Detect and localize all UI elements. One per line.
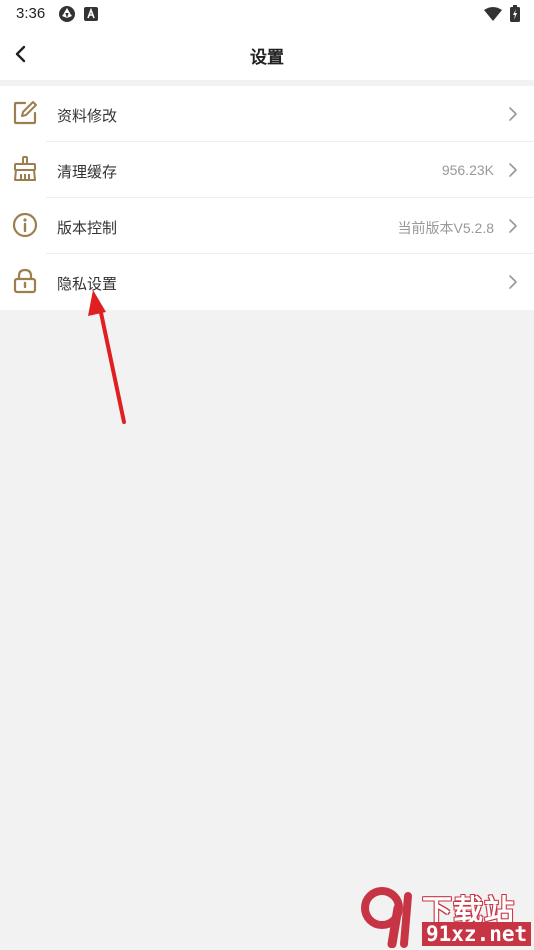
row-label: 版本控制 [57, 219, 118, 237]
settings-list: 资料修改 清理缓存 956.23K 版本控制 当前版本V5.2.8 隐私设置 [0, 86, 534, 310]
chevron-right-icon [509, 163, 517, 177]
status-right-icons [484, 5, 520, 22]
settings-row-version[interactable]: 版本控制 当前版本V5.2.8 [0, 198, 534, 254]
chevron-right-icon [509, 275, 517, 289]
settings-row-clear-cache[interactable]: 清理缓存 956.23K [0, 142, 534, 198]
watermark-logo-icon [361, 887, 412, 948]
broom-icon [14, 156, 36, 181]
version-value: 当前版本V5.2.8 [397, 220, 494, 236]
status-left-icons [58, 5, 98, 23]
settings-row-profile-edit[interactable]: 资料修改 [0, 86, 534, 142]
nav-bar: 设置 [0, 28, 534, 80]
chevron-right-icon [509, 107, 517, 121]
lock-icon [13, 268, 37, 294]
status-time: 3:36 [16, 5, 46, 22]
row-label: 清理缓存 [57, 163, 118, 181]
info-icon [12, 212, 38, 238]
watermark-bottom-text: 91xz.net [422, 922, 532, 946]
chevron-right-icon [509, 219, 517, 233]
wifi-icon [484, 6, 502, 21]
row-label: 隐私设置 [57, 275, 118, 293]
watermark: 下载站 91xz.net [360, 886, 532, 948]
row-label: 资料修改 [57, 107, 118, 125]
aperture-icon [59, 6, 75, 22]
a-badge-icon [84, 7, 98, 21]
edit-icon [13, 101, 37, 125]
cache-size-value: 956.23K [441, 162, 494, 178]
settings-row-privacy[interactable]: 隐私设置 [0, 254, 534, 310]
page-title: 设置 [250, 48, 284, 68]
battery-charging-icon [510, 5, 520, 22]
status-bar: 3:36 [0, 0, 534, 28]
